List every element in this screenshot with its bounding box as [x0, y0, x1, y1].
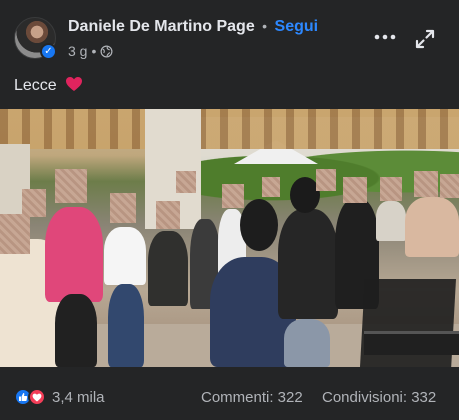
follow-button[interactable]: Segui — [275, 18, 319, 35]
post-footer: 3,4 mila Commenti: 322 Condivisioni: 332 — [0, 376, 459, 420]
expand-icon[interactable] — [414, 28, 436, 50]
post-header: ✓ Daniele De Martino Page • Segui 3 g • — [0, 0, 459, 70]
caption-text: Lecce — [14, 77, 57, 94]
comments-count[interactable]: Commenti: 322 — [201, 389, 303, 406]
reactions-summary[interactable]: 3,4 mila — [14, 388, 105, 406]
shares-count[interactable]: Condivisioni: 332 — [322, 389, 436, 406]
heart-icon — [66, 77, 83, 91]
post-time[interactable]: 3 g — [68, 43, 87, 59]
post-meta: 3 g • — [68, 42, 113, 60]
name-row: Daniele De Martino Page • Segui — [68, 18, 318, 40]
reaction-count[interactable]: 3,4 mila — [52, 389, 105, 406]
globe-icon — [100, 45, 113, 57]
post-caption: Lecce — [14, 76, 83, 95]
love-icon — [28, 388, 46, 406]
more-icon[interactable] — [373, 28, 397, 46]
verified-badge-icon: ✓ — [40, 43, 57, 60]
separator: • — [91, 43, 97, 59]
video-keyboard — [364, 331, 459, 355]
facebook-post: ✓ Daniele De Martino Page • Segui 3 g • … — [0, 0, 459, 420]
video-pergola — [0, 109, 459, 149]
separator: • — [262, 18, 268, 34]
page-name-link[interactable]: Daniele De Martino Page — [68, 18, 255, 35]
post-video[interactable] — [0, 109, 459, 367]
